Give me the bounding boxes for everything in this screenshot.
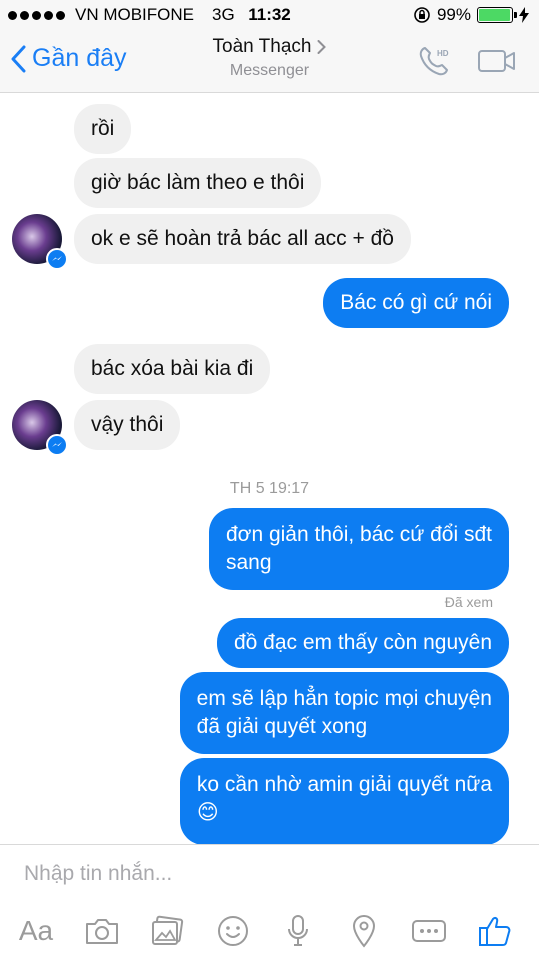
message-text: Bác có gì cứ nói: [340, 291, 492, 314]
message-outgoing[interactable]: đồ đạc em thấy còn nguyên: [216, 618, 509, 668]
message-input[interactable]: Nhập tin nhắn...: [24, 862, 172, 886]
svg-text:HD: HD: [437, 49, 449, 58]
battery-percent: 99%: [436, 5, 471, 24]
hd-call-icon[interactable]: HD: [417, 44, 451, 78]
message-incoming[interactable]: vậy thôi: [74, 400, 181, 450]
emoji-button[interactable]: [211, 911, 255, 951]
microphone-button[interactable]: [276, 911, 320, 951]
message-text-line: đã giải quyết xong: [196, 715, 368, 738]
gallery-button[interactable]: [145, 911, 189, 951]
message-composer: Nhập tin nhắn... Aa: [0, 844, 539, 960]
battery-icon: [477, 7, 517, 23]
navigation-bar: Gần đây Toàn Thạch Messenger HD: [0, 30, 539, 93]
message-text: bác xóa bài kia đi: [91, 357, 254, 380]
status-bar: VN MOBIFONE 3G 11:32 99%: [0, 0, 539, 30]
rotation-lock-icon: [414, 7, 430, 23]
location-button[interactable]: [342, 911, 386, 951]
text-format-button[interactable]: Aa: [14, 911, 58, 951]
microphone-icon: [288, 915, 309, 946]
message-incoming[interactable]: rồi: [74, 104, 132, 154]
message-text: đồ đạc em thấy còn nguyên: [233, 631, 492, 654]
more-icon: [412, 920, 447, 942]
contact-name: Toàn Thạch: [212, 36, 312, 57]
more-button[interactable]: [407, 911, 451, 951]
seen-status: Đã xem: [444, 594, 493, 610]
gallery-icon: [152, 915, 184, 945]
emoji-icon: [217, 916, 248, 946]
like-button[interactable]: [473, 911, 517, 951]
message-text: vậy thôi: [91, 413, 164, 436]
message-text-line: đơn giản thôi, bác cứ đổi sđt: [226, 523, 492, 546]
message-outgoing[interactable]: ko cần nhờ amin giải quyết nữa 😊: [179, 758, 509, 844]
like-icon: [478, 917, 511, 946]
contact-avatar[interactable]: [12, 214, 68, 270]
message-thread[interactable]: rồi giờ bác làm theo e thôi ok e sẽ hoàn…: [0, 94, 539, 844]
message-text: rồi: [91, 117, 115, 140]
contact-avatar[interactable]: [12, 400, 68, 456]
message-incoming[interactable]: bác xóa bài kia đi: [74, 344, 271, 394]
camera-button[interactable]: [80, 911, 124, 951]
message-outgoing[interactable]: em sẽ lập hẳn topic mọi chuyện đã giải q…: [179, 672, 509, 754]
chevron-right-icon: [317, 40, 327, 54]
message-text-line: em sẽ lập hẳn topic mọi chuyện: [196, 687, 492, 710]
contact-name-button[interactable]: Toàn Thạch: [213, 36, 327, 58]
video-call-icon[interactable]: [477, 48, 517, 74]
message-text: giờ bác làm theo e thôi: [91, 171, 305, 194]
message-incoming[interactable]: giờ bác làm theo e thôi: [74, 158, 322, 208]
smile-emoji: 😊: [196, 801, 219, 824]
message-text-line: sang: [226, 551, 272, 574]
camera-icon: [85, 919, 118, 944]
message-text: ok e sẽ hoàn trả bác all acc + đồ: [91, 227, 394, 250]
message-incoming[interactable]: ok e sẽ hoàn trả bác all acc + đồ: [74, 214, 411, 264]
location-icon: [352, 915, 375, 948]
message-timestamp: TH 5 19:17: [229, 480, 310, 497]
composer-toolbar: Aa: [0, 911, 539, 951]
messenger-badge-icon: [46, 434, 68, 456]
messenger-badge-icon: [46, 248, 68, 270]
message-text-line: ko cần nhờ amin giải quyết nữa: [196, 773, 492, 796]
message-outgoing[interactable]: Bác có gì cứ nói: [323, 278, 509, 328]
charging-icon: [519, 7, 529, 23]
message-outgoing[interactable]: đơn giản thôi, bác cứ đổi sđt sang: [209, 508, 509, 590]
